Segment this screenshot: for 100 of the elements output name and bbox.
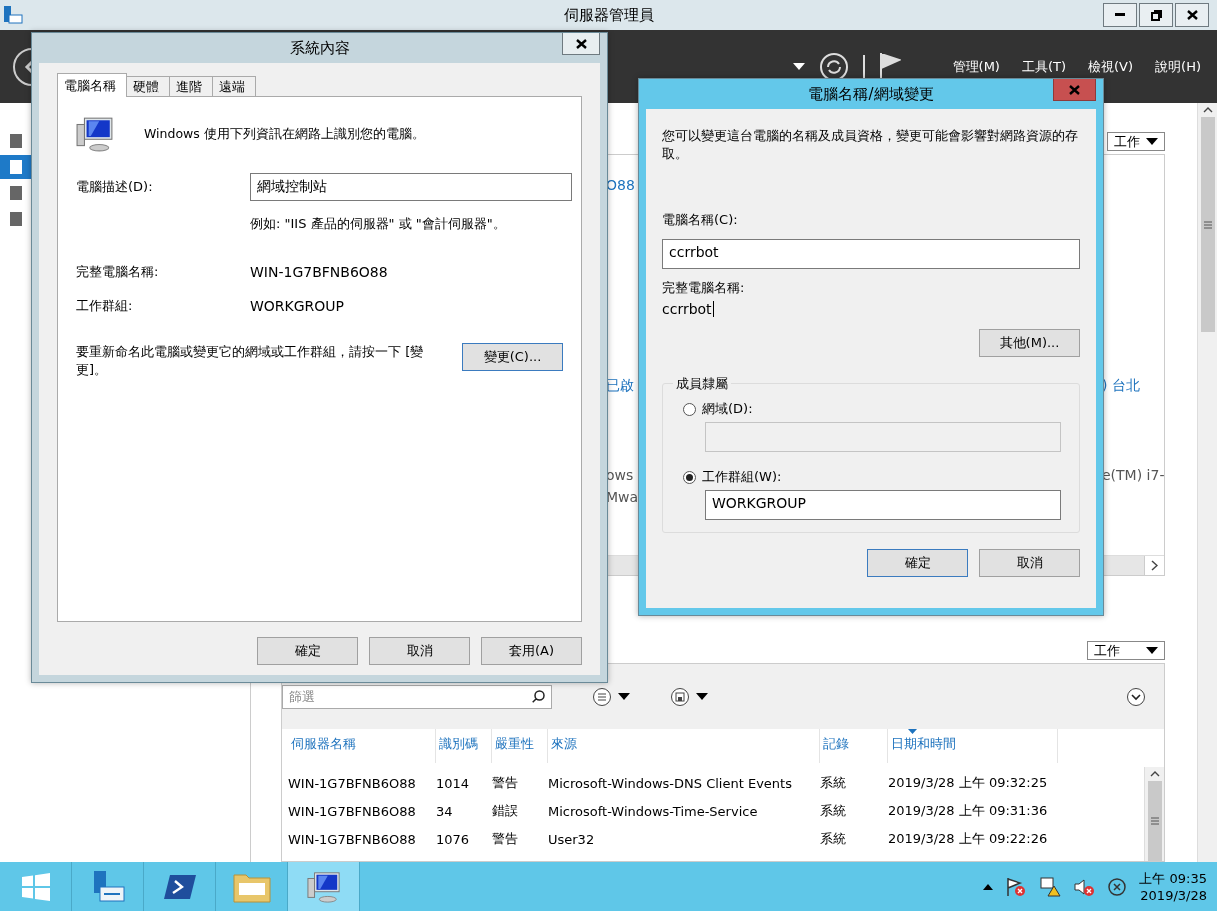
save-icon[interactable] <box>670 686 690 707</box>
caret-icon <box>1146 647 1159 654</box>
circle-x-icon[interactable] <box>1107 876 1128 897</box>
field-label: 完整電腦名稱: <box>662 279 746 297</box>
terminal-icon <box>163 873 196 900</box>
table-cell-text: Microsoft-Windows-DNS Client Events <box>548 774 793 793</box>
field-label: 電腦描述(D): <box>76 178 154 196</box>
dialog-button[interactable]: 確定 <box>257 637 358 665</box>
close-icon <box>1069 84 1080 95</box>
table-cell-text: WIN-1G7BFNB6O88 <box>288 802 417 821</box>
computer-icon <box>306 869 341 904</box>
windows-logo-icon <box>21 872 50 901</box>
rename-instructions: 要重新命名此電腦或變更它的網域或工作群組，請按一下 [變更]。 <box>76 343 425 379</box>
column-header[interactable]: 嚴重性 <box>492 729 548 763</box>
radio-option[interactable]: 網域(D): <box>683 398 1061 420</box>
menu-item[interactable]: 管理(M) <box>948 57 1004 76</box>
expand-icon[interactable] <box>1126 686 1147 707</box>
column-header[interactable]: 伺服器名稱 <box>288 729 436 763</box>
full-name-value: ccrrbot <box>662 301 714 317</box>
chevron-up-icon <box>1202 107 1213 113</box>
tab[interactable]: 電腦名稱 <box>57 73 127 97</box>
property-value: e(TM) i7- <box>1102 467 1165 483</box>
chevron-right-icon <box>1151 560 1159 571</box>
change-button[interactable]: 變更(C)... <box>462 343 563 371</box>
vertical-scrollbar[interactable] <box>1197 103 1217 862</box>
field-label: 電腦名稱(C): <box>662 211 739 229</box>
example-hint: 例如: "IIS 產品的伺服器" 或 "會計伺服器"。 <box>250 215 507 233</box>
grip-icon <box>1203 220 1212 229</box>
vertical-scrollbar[interactable] <box>1144 767 1165 861</box>
grip-icon <box>1150 817 1159 825</box>
clock[interactable]: 上午 09:35 2019/3/28 <box>1139 869 1207 904</box>
table-cell-text: 1014 <box>436 774 471 793</box>
sort-arrow-icon <box>908 729 917 734</box>
caret-up-icon[interactable] <box>983 883 994 890</box>
separator-icon <box>862 54 865 79</box>
full-name-value: WIN-1G7BFNB6O88 <box>250 264 389 280</box>
dialog-title: 電腦名稱/網域變更 <box>808 85 934 104</box>
flag-error-icon[interactable] <box>1005 875 1028 898</box>
radio-option[interactable]: 工作群組(W): <box>683 466 1061 488</box>
table-cell-text: WIN-1G7BFNB6O88 <box>288 774 417 793</box>
caret-icon <box>618 693 630 700</box>
workgroup-value: WORKGROUP <box>250 298 346 314</box>
intro-text: Windows 使用下列資訊在網路上識別您的電腦。 <box>144 125 425 143</box>
minimize-button[interactable] <box>1103 3 1137 27</box>
table-cell-text: 警告 <box>492 774 519 792</box>
close-icon <box>575 38 587 49</box>
chevron-up-icon <box>1149 771 1160 777</box>
table-cell-text: 警告 <box>492 830 519 848</box>
description-field[interactable]: 網域控制站 <box>250 173 572 201</box>
dialog-button[interactable]: 取消 <box>369 637 470 665</box>
window-title: 伺服器管理員 <box>563 5 654 25</box>
dialog-button[interactable]: 套用(A) <box>481 637 582 665</box>
table-cell-text: User32 <box>548 830 596 849</box>
table-cell-text: 1076 <box>436 830 471 849</box>
tasks-dropdown[interactable]: 工作 <box>1107 132 1166 151</box>
list-icon[interactable] <box>592 686 612 707</box>
restore-button[interactable] <box>1139 3 1173 27</box>
caret-icon <box>1146 138 1159 145</box>
menu-item[interactable]: 檢視(V) <box>1084 57 1138 76</box>
column-header[interactable]: 日期和時間 <box>888 729 1058 763</box>
table-cell-text: 2019/3/28 上午 09:31:36 <box>888 802 1049 820</box>
tab[interactable]: 遠端 <box>212 76 256 97</box>
clock-time: 上午 09:35 <box>1139 869 1207 887</box>
domain-field[interactable] <box>705 422 1061 452</box>
minimize-icon <box>1115 13 1125 17</box>
more-button[interactable]: 其他(M)... <box>979 329 1080 357</box>
sidebar-item[interactable] <box>0 155 32 179</box>
field-label: 工作群組: <box>76 297 134 315</box>
caret-icon <box>696 693 708 700</box>
menu-item[interactable]: 說明(H) <box>1151 57 1205 76</box>
menu-item[interactable]: 工具(T) <box>1017 57 1071 76</box>
field-label: 完整電腦名稱: <box>76 263 160 281</box>
group-legend: 成員隸屬 <box>673 375 731 393</box>
dialog-button[interactable]: 確定 <box>867 549 968 577</box>
app-icon <box>3 5 23 25</box>
computer-name-field[interactable]: ccrrbot <box>662 239 1080 269</box>
taskbar-app[interactable] <box>288 862 360 911</box>
tasks-dropdown[interactable]: 工作 <box>1087 641 1166 660</box>
dialog-button[interactable]: 取消 <box>979 549 1080 577</box>
property-value: 已啟 <box>606 377 634 393</box>
close-button[interactable] <box>1175 3 1209 27</box>
table-cell-text: 2019/3/28 上午 09:22:26 <box>888 830 1049 848</box>
table-cell-text: WIN-1G7BFNB6O88 <box>288 830 417 849</box>
table-cell-text: 系統 <box>820 802 847 820</box>
table-cell-text: Microsoft-Windows-Time-Service <box>548 802 759 821</box>
search-icon <box>532 690 545 703</box>
table-cell-text: 34 <box>436 802 454 821</box>
network-warning-icon[interactable] <box>1039 875 1062 898</box>
computer-icon <box>76 115 114 153</box>
column-header[interactable]: 來源 <box>548 729 820 763</box>
table-cell-text: 2019/3/28 上午 09:32:25 <box>888 774 1049 792</box>
table-cell-text: 系統 <box>820 774 847 792</box>
clock-date: 2019/3/28 <box>1140 886 1207 904</box>
workgroup-field[interactable]: WORKGROUP <box>705 490 1061 520</box>
column-header[interactable]: 識別碼 <box>436 729 492 763</box>
table-cell-text: 系統 <box>820 830 847 848</box>
filter-field[interactable]: 篩選 <box>282 684 552 709</box>
column-header[interactable]: 記錄 <box>820 729 888 763</box>
close-button[interactable] <box>562 33 600 55</box>
table-cell-text: 錯誤 <box>492 802 519 820</box>
